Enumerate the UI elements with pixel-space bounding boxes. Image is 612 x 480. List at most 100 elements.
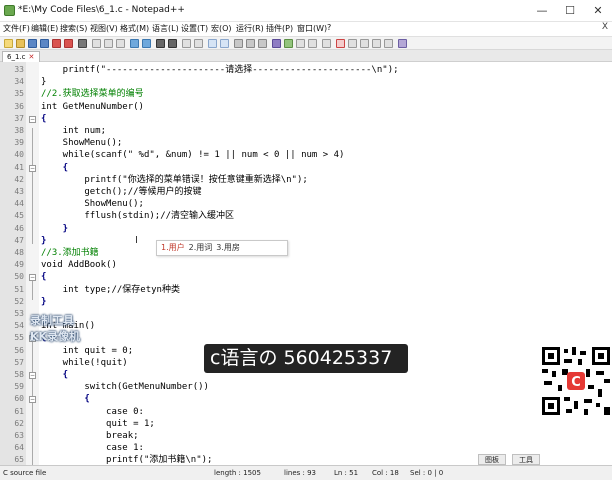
menu-macro[interactable]: 宏(O) bbox=[211, 23, 232, 34]
maximize-button[interactable]: ☐ bbox=[556, 0, 584, 22]
line-number: 36 bbox=[14, 101, 24, 111]
play-multiple-icon[interactable] bbox=[372, 39, 381, 48]
taskbar-item-tuban[interactable]: 图板 bbox=[478, 454, 506, 465]
stop-macro-icon[interactable] bbox=[348, 39, 357, 48]
menu-settings[interactable]: 设置(T) bbox=[181, 23, 208, 34]
menu-edit[interactable]: 编辑(E) bbox=[31, 23, 58, 34]
menu-help[interactable]: ? bbox=[327, 23, 331, 32]
code-line: getch();//等候用户的按键 bbox=[41, 187, 202, 197]
minimize-button[interactable]: — bbox=[528, 0, 556, 22]
code-line: int type;//保存etyn种类 bbox=[41, 284, 180, 295]
line-number: 65 bbox=[14, 455, 24, 465]
language-icon[interactable] bbox=[272, 39, 281, 48]
code-line: switch(GetMenuNumber()) bbox=[41, 382, 209, 393]
code-line: } bbox=[41, 223, 69, 234]
status-lines: lines : 93 bbox=[284, 469, 316, 477]
line-number: 47 bbox=[14, 235, 24, 245]
show-all-chars-icon[interactable] bbox=[246, 39, 255, 48]
doc-map-icon[interactable] bbox=[284, 39, 293, 48]
window-title: *E:\My Code Files\6_1.c - Notepad++ bbox=[18, 5, 185, 15]
menu-view[interactable]: 视图(V) bbox=[90, 23, 118, 34]
indent-guide-icon[interactable] bbox=[258, 39, 267, 48]
tab-6-1-c[interactable]: 6_1.c ✕ bbox=[2, 51, 41, 62]
line-number: 42 bbox=[14, 174, 24, 184]
line-number: 50 bbox=[14, 272, 24, 282]
code-line: while(scanf(" %d", &num) != 1 || num < 0… bbox=[41, 150, 345, 161]
menu-window[interactable]: 窗口(W) bbox=[297, 23, 327, 34]
ime-candidate[interactable]: 3.用房 bbox=[216, 243, 240, 252]
paste-icon[interactable] bbox=[116, 39, 125, 48]
line-number: 52 bbox=[14, 296, 24, 306]
code-line: int quit = 0; bbox=[41, 345, 134, 356]
zoom-in-icon[interactable] bbox=[182, 39, 191, 48]
status-length: length : 1505 bbox=[214, 469, 261, 477]
tab-close-icon[interactable]: ✕ bbox=[28, 53, 34, 61]
code-line: fflush(stdin);//清空输入缓冲区 bbox=[41, 211, 235, 222]
code-line: { bbox=[41, 113, 47, 124]
zoom-out-icon[interactable] bbox=[194, 39, 203, 48]
menu-close-icon[interactable]: X bbox=[602, 22, 608, 32]
line-number: 55 bbox=[14, 333, 24, 343]
replace-icon[interactable] bbox=[168, 39, 177, 48]
line-number: 41 bbox=[14, 162, 24, 172]
sync-scroll-h-icon[interactable] bbox=[220, 39, 229, 48]
svg-text:C: C bbox=[571, 375, 581, 390]
line-number: 54 bbox=[14, 321, 24, 331]
save-all-icon[interactable] bbox=[40, 39, 49, 48]
menu-search[interactable]: 搜索(S) bbox=[60, 23, 87, 34]
code-line: ShowMenu(); bbox=[41, 199, 144, 210]
open-file-icon[interactable] bbox=[16, 39, 25, 48]
notepadpp-app-icon bbox=[4, 5, 15, 16]
save-macro-icon[interactable] bbox=[384, 39, 393, 48]
monitor-icon[interactable] bbox=[322, 39, 331, 48]
menu-format[interactable]: 格式(M) bbox=[120, 23, 149, 34]
line-number: 61 bbox=[14, 406, 24, 416]
code-line: int num; bbox=[41, 126, 107, 136]
status-line-number: Ln : 51 bbox=[334, 469, 359, 477]
taskbar-item-tools[interactable]: 工具 bbox=[512, 454, 540, 465]
print-icon[interactable] bbox=[78, 39, 87, 48]
fold-toggle-icon[interactable]: − bbox=[29, 274, 36, 282]
menu-run[interactable]: 运行(R) bbox=[236, 23, 264, 34]
new-file-icon[interactable] bbox=[4, 39, 13, 48]
run-icon[interactable] bbox=[398, 39, 407, 48]
fold-toggle-icon[interactable]: − bbox=[29, 396, 36, 404]
close-all-icon[interactable] bbox=[64, 39, 73, 48]
line-number: 38 bbox=[14, 126, 24, 135]
fold-toggle-icon[interactable]: − bbox=[29, 164, 36, 172]
save-icon[interactable] bbox=[28, 39, 37, 48]
play-macro-icon[interactable] bbox=[360, 39, 369, 48]
code-line: ShowMenu(); bbox=[41, 138, 123, 149]
line-number: 37 bbox=[14, 113, 24, 123]
find-icon[interactable] bbox=[156, 39, 165, 48]
menu-file[interactable]: 文件(F) bbox=[3, 23, 30, 34]
code-line: printf("添加书籍\n"); bbox=[41, 455, 213, 465]
function-list-icon[interactable] bbox=[296, 39, 305, 48]
copy-icon[interactable] bbox=[104, 39, 113, 48]
menu-bar: 文件(F) 编辑(E) 搜索(S) 视图(V) 格式(M) 语言(L) 设置(T… bbox=[0, 22, 612, 36]
line-number: 40 bbox=[14, 150, 24, 160]
ime-candidate[interactable]: 1.用户 bbox=[161, 243, 185, 252]
close-window-button[interactable]: ✕ bbox=[584, 0, 612, 22]
code-line: //3.添加书籍 bbox=[41, 248, 99, 258]
close-file-icon[interactable] bbox=[52, 39, 61, 48]
record-macro-icon[interactable] bbox=[336, 39, 345, 48]
sync-scroll-v-icon[interactable] bbox=[208, 39, 217, 48]
cut-icon[interactable] bbox=[92, 39, 101, 48]
menu-plugins[interactable]: 插件(P) bbox=[266, 23, 293, 34]
status-column: Col : 18 bbox=[372, 469, 399, 477]
fold-toggle-icon[interactable]: − bbox=[29, 115, 36, 123]
ime-candidate[interactable]: 2.用词 bbox=[189, 243, 213, 252]
code-line: { bbox=[41, 370, 69, 380]
word-wrap-icon[interactable] bbox=[234, 39, 243, 48]
code-editor[interactable]: 33 printf("----------------------请选择----… bbox=[0, 62, 612, 465]
menu-language[interactable]: 语言(L) bbox=[152, 23, 179, 34]
code-line: while(!quit) bbox=[41, 357, 128, 368]
channel-overlay-text: c语言の 560425337 bbox=[210, 347, 393, 369]
folder-workspace-icon[interactable] bbox=[308, 39, 317, 48]
undo-icon[interactable] bbox=[130, 39, 139, 48]
code-line: case 1: bbox=[41, 443, 144, 454]
toolbar bbox=[0, 36, 612, 50]
redo-icon[interactable] bbox=[142, 39, 151, 48]
fold-toggle-icon[interactable]: − bbox=[29, 372, 36, 379]
